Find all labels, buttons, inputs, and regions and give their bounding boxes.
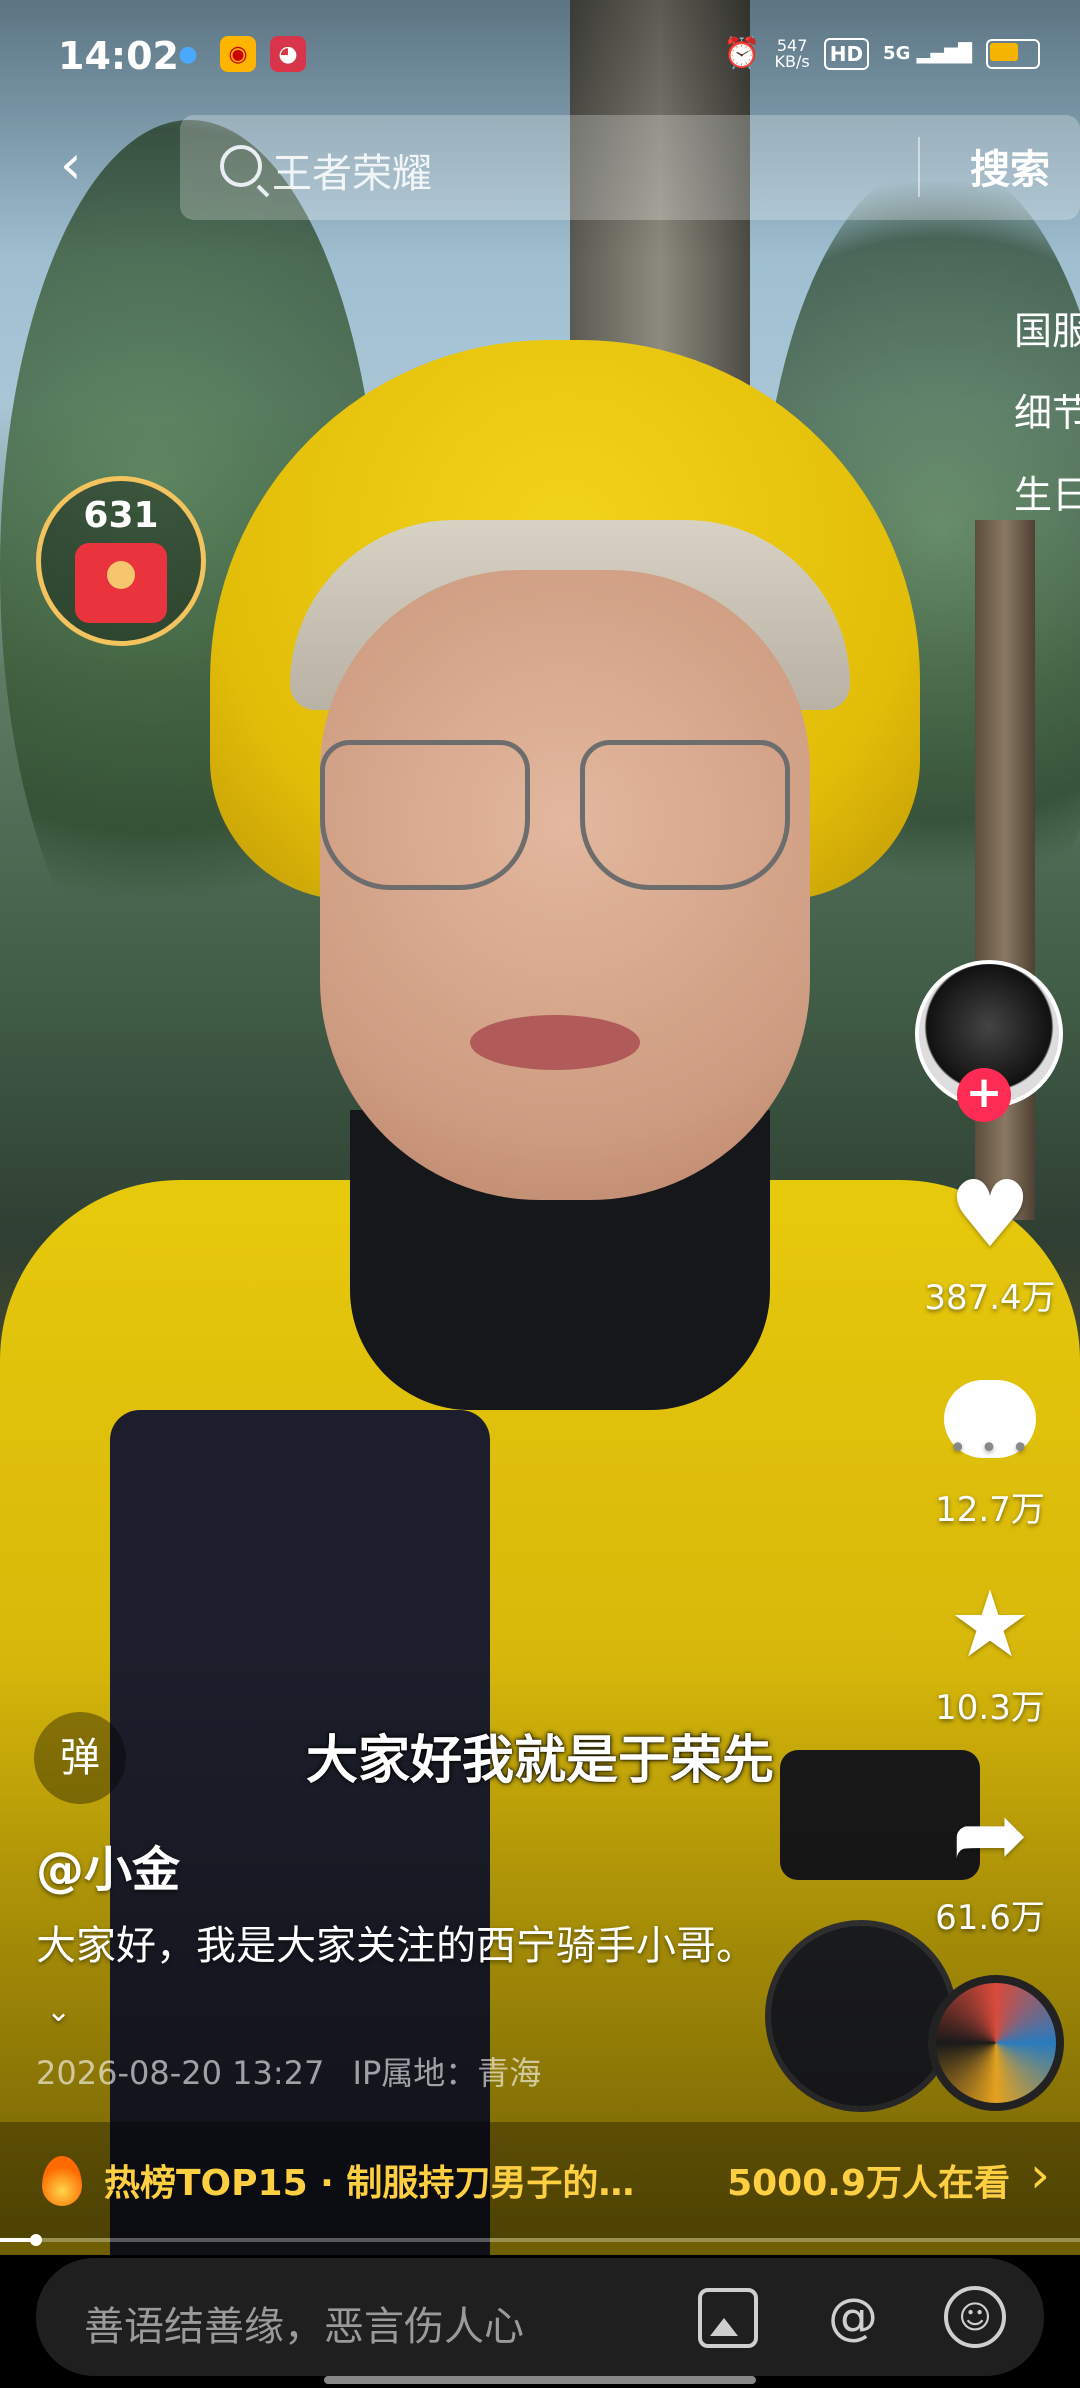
side-caption: 国服 细节 生日: [1014, 309, 1080, 517]
red-packet-icon: [75, 543, 167, 623]
hot-list-title: 热榜TOP15 · 制服持刀男子的…: [104, 2163, 635, 2204]
network-speed: 547 KB/s: [774, 35, 810, 71]
person-mouth: [470, 1015, 640, 1070]
red-packet-count: 631: [83, 495, 159, 536]
video-meta: 2026-08-20 13:27 IP属地：青海: [36, 2048, 541, 2094]
at-icon[interactable]: @: [822, 2286, 884, 2348]
search-query: 王者荣耀: [272, 151, 432, 197]
status-right: ⏰ 547 KB/s HD 5G ▂▄▆█: [723, 36, 1040, 71]
fire-icon: [42, 2156, 82, 2206]
chevron-down-icon[interactable]: ⌄: [46, 1994, 71, 2029]
search-icon: [220, 145, 262, 187]
search-bar: ‹ 王者荣耀 搜索: [20, 115, 1080, 220]
favorite-button[interactable]: ★ 10.3万: [910, 1570, 1070, 1729]
publish-date: 2026-08-20 13:27: [36, 2054, 325, 2092]
search-button[interactable]: 搜索: [970, 137, 1050, 195]
weibo-icon: ◉: [220, 36, 256, 72]
home-indicator: [324, 2376, 756, 2384]
share-arrow-icon: ➦: [951, 1781, 1029, 1888]
heart-icon: ♥: [948, 1161, 1032, 1268]
share-count: 61.6万: [935, 1898, 1045, 1938]
status-time: 14:02: [58, 34, 179, 78]
notification-icons: ● ◉ ◕: [170, 36, 306, 72]
alarm-icon: ⏰: [723, 36, 761, 71]
comment-button[interactable]: 12.7万: [910, 1360, 1070, 1531]
like-button[interactable]: ♥ 387.4万: [910, 1160, 1070, 1319]
app-notification-icon: ◕: [270, 36, 306, 72]
battery-icon: [986, 38, 1040, 69]
hot-list-viewers: 5000.9万人在看: [727, 2163, 1010, 2204]
divider: [918, 137, 920, 197]
image-icon[interactable]: [698, 2288, 758, 2348]
status-bar: 14:02 ● ◉ ◕ ⏰ 547 KB/s HD 5G ▂▄▆█: [0, 0, 1080, 110]
progress-handle[interactable]: [30, 2234, 42, 2246]
search-input[interactable]: 王者荣耀 搜索: [180, 115, 1080, 220]
chevron-right-icon: ›: [1030, 2146, 1050, 2204]
video-subtitle: 大家好我就是于荣先: [305, 1731, 774, 1791]
share-button[interactable]: ➦ 61.6万: [910, 1780, 1070, 1939]
signal-icon: 5G ▂▄▆█: [883, 43, 972, 64]
author-name[interactable]: @小金: [36, 1830, 180, 1900]
video-description[interactable]: 大家好，我是大家关注的西宁骑手小哥。⌄: [36, 1915, 776, 2043]
hd-badge: HD: [823, 37, 870, 70]
comment-bubble-icon: [910, 1360, 1070, 1504]
playback-progress-bar[interactable]: [0, 2234, 1080, 2246]
follow-plus-icon[interactable]: +: [957, 1068, 1011, 1122]
emoji-icon[interactable]: ☺: [944, 2286, 1006, 2348]
like-count: 387.4万: [924, 1278, 1056, 1318]
qq-icon: ●: [178, 41, 198, 67]
person-glasses: [320, 740, 810, 890]
star-icon: ★: [948, 1571, 1032, 1678]
ip-location: IP属地：青海: [352, 2054, 542, 2092]
comment-input[interactable]: 善语结善缘，恶言伤人心: [84, 2294, 524, 2352]
chevron-left-icon[interactable]: ‹: [60, 137, 120, 197]
music-disc[interactable]: [928, 1975, 1064, 2111]
comment-bar: 善语结善缘，恶言伤人心 @ ☺: [36, 2258, 1044, 2376]
hot-list-banner[interactable]: 热榜TOP15 · 制服持刀男子的… 5000.9万人在看 ›: [0, 2122, 1080, 2238]
red-packet-widget[interactable]: 631: [36, 476, 206, 646]
